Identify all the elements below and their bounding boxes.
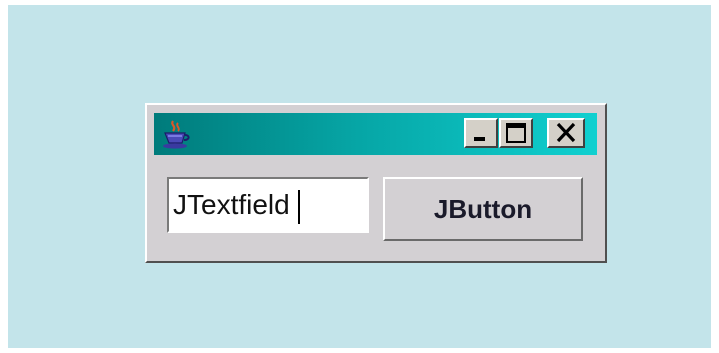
text-field[interactable]: JTextfield: [167, 177, 369, 233]
maximize-icon: [506, 123, 526, 143]
jbutton[interactable]: JButton: [383, 177, 583, 241]
maximize-button[interactable]: [499, 118, 533, 148]
minimize-icon: [474, 137, 485, 141]
title-bar[interactable]: [154, 113, 597, 155]
java-cup-icon: [163, 120, 190, 149]
minimize-button[interactable]: [464, 118, 498, 148]
app-window: JTextfield JButton: [145, 103, 607, 263]
text-field-value: JTextfield: [173, 189, 290, 220]
desktop-background: JTextfield JButton: [8, 5, 711, 348]
text-caret: [297, 189, 300, 224]
close-icon: [556, 122, 576, 143]
close-button[interactable]: [547, 118, 585, 148]
